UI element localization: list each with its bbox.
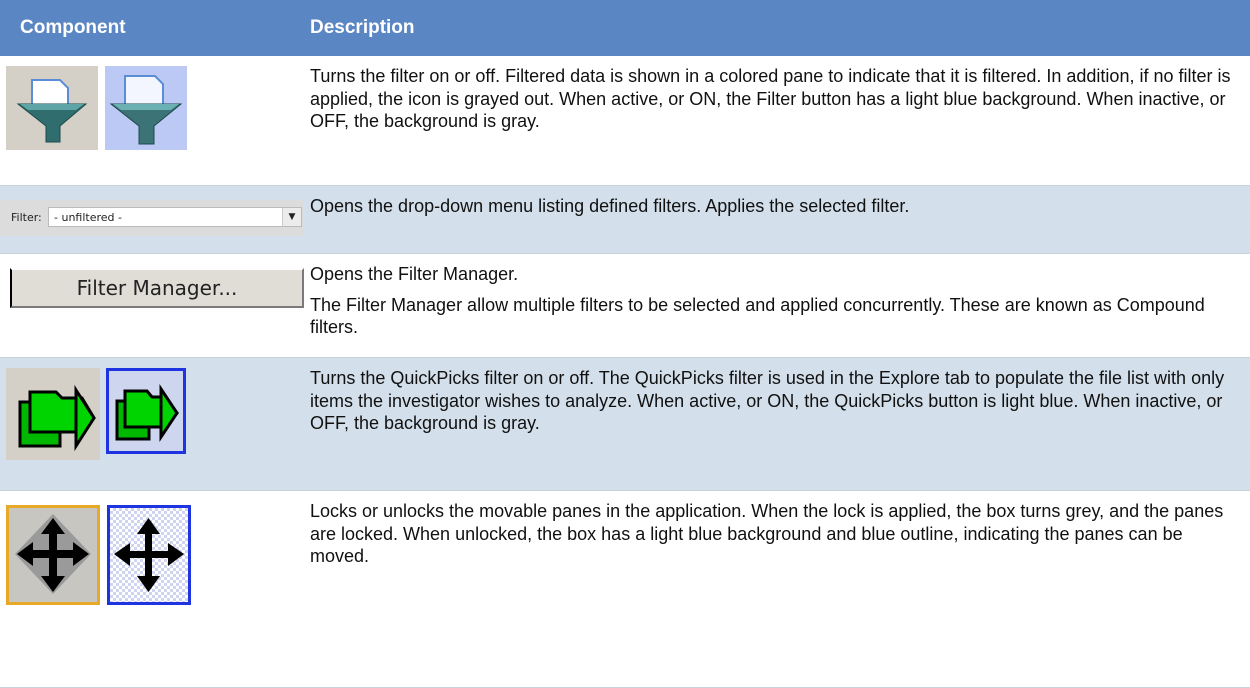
table-row-filter-dropdown: Filter: - unfiltered - ▼ Opens the drop-… <box>0 186 1250 254</box>
description-cell: Opens the drop-down menu listing defined… <box>310 186 1240 253</box>
filter-on-icon <box>105 66 187 150</box>
description-text: Opens the drop-down menu listing defined… <box>310 196 910 216</box>
filter-manager-button[interactable]: Filter Manager... <box>10 268 304 308</box>
description-text: The Filter Manager allow multiple filter… <box>310 294 1205 338</box>
component-cell: Filter Manager... <box>0 254 310 357</box>
pane-lock-unlocked-icon <box>107 505 191 605</box>
component-cell <box>0 56 310 185</box>
description-cell: Turns the QuickPicks filter on or off. T… <box>310 358 1240 490</box>
quickpicks-off-icon <box>6 368 100 460</box>
table-header: Component Description <box>0 0 1250 56</box>
component-cell <box>0 358 310 490</box>
component-cell <box>0 491 310 687</box>
table-row-quickpicks: Turns the QuickPicks filter on or off. T… <box>0 358 1250 491</box>
description-text: Turns the QuickPicks filter on or off. T… <box>310 368 1225 433</box>
description-text: Locks or unlocks the movable panes in th… <box>310 501 1224 566</box>
description-cell: Locks or unlocks the movable panes in th… <box>310 491 1240 687</box>
filter-off-icon <box>6 66 98 150</box>
quickpicks-on-icon <box>106 368 186 454</box>
description-text: Opens the Filter Manager. <box>310 264 519 284</box>
filter-select[interactable]: - unfiltered - ▼ <box>48 207 302 227</box>
table-row-filter-toggle: Turns the filter on or off. Filtered dat… <box>0 56 1250 186</box>
filter-select-value: - unfiltered - <box>54 211 122 224</box>
description-cell: Opens the Filter Manager. The Filter Man… <box>310 254 1240 357</box>
header-component: Component <box>20 17 126 38</box>
component-table: Component Description Turns the filter o… <box>0 0 1250 688</box>
chevron-down-icon[interactable]: ▼ <box>282 208 301 226</box>
description-text: Turns the filter on or off. Filtered dat… <box>310 66 1231 131</box>
pane-lock-locked-icon <box>6 505 100 605</box>
filter-label: Filter: <box>11 211 42 224</box>
description-cell: Turns the filter on or off. Filtered dat… <box>310 56 1240 185</box>
header-description: Description <box>310 17 415 38</box>
table-row-pane-lock: Locks or unlocks the movable panes in th… <box>0 491 1250 688</box>
table-row-filter-manager: Filter Manager... Opens the Filter Manag… <box>0 254 1250 358</box>
component-cell: Filter: - unfiltered - ▼ <box>0 186 310 253</box>
filter-dropdown-screenshot: Filter: - unfiltered - ▼ <box>0 200 303 236</box>
